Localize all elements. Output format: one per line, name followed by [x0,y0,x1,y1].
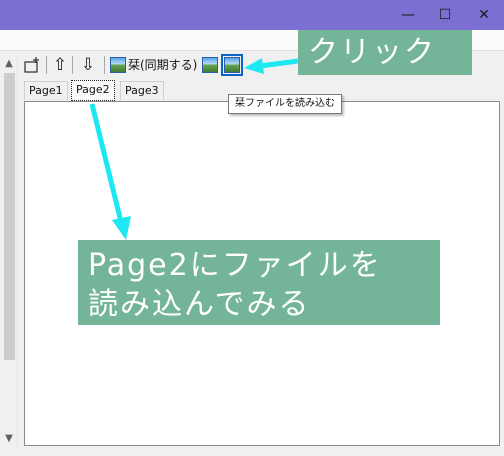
add-bookmark-icon[interactable] [24,56,42,76]
scroll-down-arrow[interactable]: ▼ [1,432,17,446]
scroll-up-arrow[interactable]: ▲ [1,57,17,71]
instruction-callout: Page2にファイルを 読み込んでみる [78,240,440,325]
toolbar-separator [104,56,105,74]
load-bookmark-file-button[interactable] [221,54,243,76]
close-button[interactable]: ✕ [466,0,502,30]
minimize-button[interactable]: — [390,0,426,30]
scroll-thumb[interactable] [4,73,15,360]
bookmark-sync-image-icon [110,57,126,73]
vertical-scrollbar[interactable]: ▲ ▼ [1,55,18,448]
image-icon[interactable] [202,57,218,73]
tab-page3[interactable]: Page3 [120,81,164,100]
tab-page1[interactable]: Page1 [24,81,68,100]
tooltip: 栞ファイルを読み込む [228,94,342,114]
title-bar: — ☐ ✕ [0,0,504,30]
maximize-button[interactable]: ☐ [427,0,463,30]
tab-page2[interactable]: Page2 [71,80,115,101]
instruction-line-2: 読み込んでみる [88,287,311,322]
move-down-icon[interactable]: ⇩ [80,55,96,75]
move-up-icon[interactable]: ⇧ [52,55,68,75]
click-callout: クリック [298,30,472,75]
instruction-line-1: Page2にファイルを [88,248,382,283]
toolbar-separator [72,56,73,74]
bookmark-sync-button[interactable]: 栞(同期する) [128,55,197,75]
toolbar-separator [46,56,47,74]
